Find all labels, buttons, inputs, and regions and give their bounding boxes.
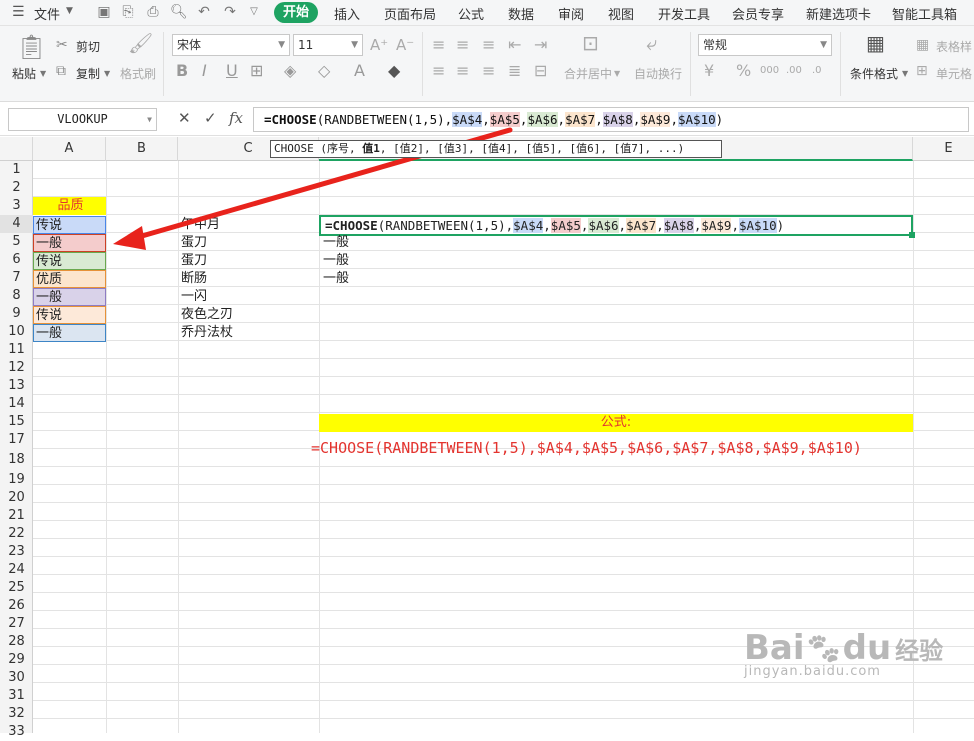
tooltip-text: , [值2], [值3], [值4], [值5], [值6], [值7], ..…	[379, 142, 685, 155]
tooltip-current-arg: 值1	[362, 142, 380, 155]
arrow-annotation	[113, 127, 513, 250]
tooltip-text: CHOOSE (序号,	[274, 142, 363, 155]
function-tooltip: CHOOSE (序号, 值1, [值2], [值3], [值4], [值5], …	[270, 140, 722, 158]
